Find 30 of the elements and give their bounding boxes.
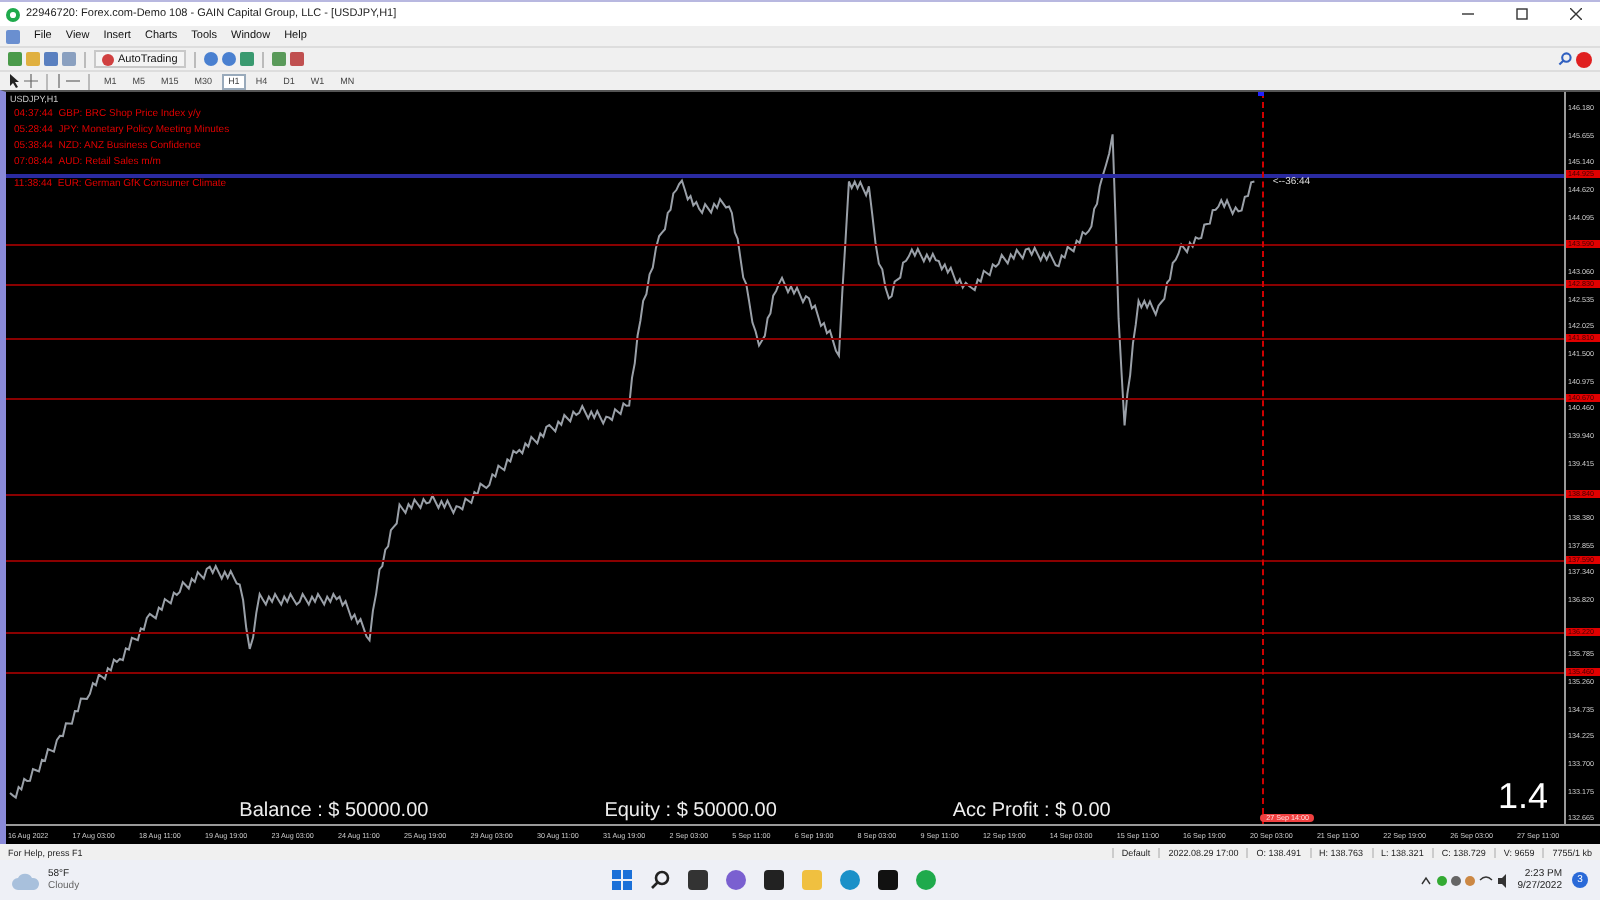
app-logo-icon	[6, 7, 20, 21]
account-info: Acc Profit : $ 0.00	[952, 800, 1111, 822]
cloud-icon	[12, 871, 40, 889]
notes-app-icon[interactable]	[764, 870, 784, 890]
chart-app-icon[interactable]	[878, 870, 898, 890]
chart-window-icon	[6, 29, 20, 43]
close-icon	[1570, 8, 1582, 20]
spread-value: 1.4	[1497, 776, 1548, 818]
candle-chart-icon[interactable]	[289, 52, 304, 66]
cursor-icon[interactable]	[8, 74, 20, 88]
maximize-icon	[1516, 8, 1528, 20]
bar-chart-icon[interactable]	[271, 52, 286, 66]
account-info: Equity : $ 50000.00	[604, 800, 777, 822]
zoom-in-icon[interactable]	[203, 52, 218, 66]
minimize-icon	[1462, 8, 1474, 20]
vertical-line-icon[interactable]	[56, 74, 62, 88]
account-info: Balance : $ 50000.00	[239, 800, 429, 822]
chat-icon[interactable]	[726, 870, 746, 890]
grid-icon[interactable]	[239, 52, 254, 66]
browser-icon[interactable]	[840, 870, 860, 890]
start-icon[interactable]	[612, 870, 632, 890]
trading-app-icon[interactable]	[916, 870, 936, 890]
search-icon[interactable]	[650, 870, 670, 890]
horizontal-line-icon[interactable]	[66, 78, 80, 84]
tray-icons-drawing[interactable]	[1419, 873, 1508, 887]
bar-marker	[1257, 92, 1264, 96]
alert-icon[interactable]	[1576, 51, 1592, 67]
zoom-out-icon[interactable]	[221, 52, 236, 66]
task-view-icon[interactable]	[688, 870, 708, 890]
status-dot-icon	[102, 53, 114, 65]
